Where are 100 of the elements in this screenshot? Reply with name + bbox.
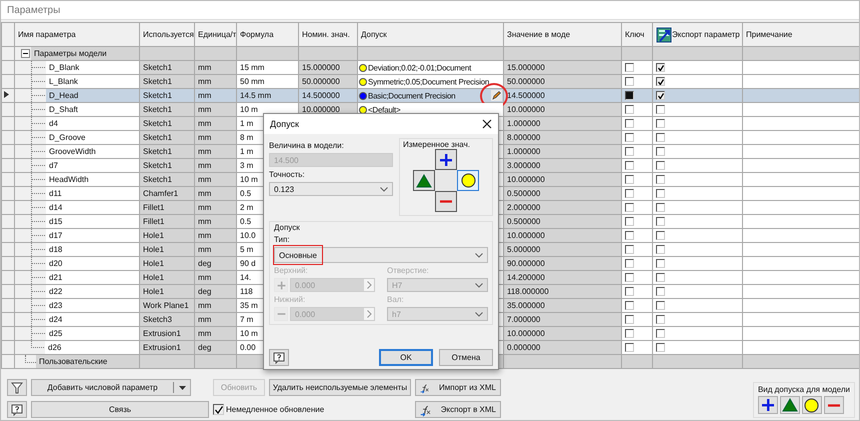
column-header[interactable]: Номин. знач. — [298, 22, 358, 46]
table-cell: 0.000000 — [504, 340, 622, 354]
minus-tolerance-button[interactable] — [435, 191, 457, 212]
table-cell: Extrusion1 — [140, 326, 194, 340]
checkbox[interactable] — [656, 161, 665, 170]
table-cell: d17 — [46, 230, 138, 242]
checkbox[interactable] — [625, 203, 634, 212]
import-xml-button[interactable]: Импорт из XML — [415, 379, 501, 396]
table-cell: 8.000000 — [504, 130, 622, 144]
table-cell: Symmetric;0.05;Document Precision — [368, 77, 490, 86]
current-row-icon — [4, 91, 9, 98]
checkbox[interactable] — [656, 329, 665, 338]
checkbox[interactable] — [625, 119, 634, 128]
checkbox[interactable] — [656, 315, 665, 324]
group-label[interactable]: Пользовательские — [36, 356, 138, 368]
table-cell: 15.000000 — [504, 60, 622, 74]
column-header[interactable]: Допуск — [358, 22, 504, 46]
table-cell: mm — [194, 130, 236, 144]
column-header[interactable]: Формула — [236, 22, 298, 46]
checkbox[interactable] — [656, 301, 665, 310]
checkbox[interactable] — [656, 245, 665, 254]
export-xml-button[interactable]: Экспорт в XML — [415, 401, 501, 418]
column-header[interactable]: Ключ — [622, 22, 652, 46]
checkbox[interactable] — [625, 315, 634, 324]
checkbox[interactable] — [656, 77, 665, 86]
checkbox[interactable] — [625, 147, 634, 156]
delete-unused-button[interactable]: Удалить неиспользуемые элементы — [269, 379, 411, 396]
checkbox[interactable] — [625, 329, 634, 338]
circle-tolerance-button[interactable] — [457, 170, 479, 191]
dropdown-caret-icon[interactable] — [178, 386, 186, 390]
checkbox[interactable] — [656, 189, 665, 198]
checkbox[interactable] — [656, 287, 665, 296]
column-header[interactable]: Примечание — [742, 22, 859, 46]
link-button[interactable]: Связь — [31, 401, 209, 418]
edit-button[interactable] — [491, 90, 502, 101]
chevron-down-icon[interactable] — [475, 252, 483, 258]
checkbox[interactable] — [625, 77, 634, 86]
checkbox[interactable] — [656, 203, 665, 212]
checkbox-label[interactable]: Немедленное обновление — [226, 405, 324, 414]
table-cell: 35.000000 — [504, 298, 622, 312]
table-cell — [194, 354, 236, 368]
checkbox[interactable] — [625, 175, 634, 184]
table-cell: L_Blank — [46, 76, 138, 88]
dialog-button[interactable]: Отмена — [439, 349, 493, 366]
help-button[interactable] — [7, 401, 27, 418]
table-cell: Sketch1 — [140, 102, 194, 116]
checkbox[interactable] — [625, 231, 634, 240]
table-cell: 15 mm — [236, 60, 298, 74]
export-table-icon — [656, 26, 672, 42]
table-cell: mm — [194, 88, 236, 102]
table-cell: 5.000000 — [504, 242, 622, 256]
checkbox[interactable] — [656, 259, 665, 268]
checkbox[interactable] — [656, 273, 665, 282]
minus-tolerance-button[interactable] — [824, 396, 844, 414]
chevron-down-icon[interactable] — [380, 186, 388, 192]
plus-tolerance-button[interactable] — [758, 396, 778, 414]
checkbox[interactable] — [213, 404, 224, 415]
checkbox[interactable] — [625, 287, 634, 296]
filter-button[interactable] — [7, 379, 27, 396]
triangle-tolerance-button[interactable] — [413, 170, 435, 191]
checkbox[interactable] — [656, 133, 665, 142]
checkbox[interactable] — [625, 133, 634, 142]
checkbox[interactable] — [625, 91, 634, 100]
checkbox[interactable] — [625, 63, 634, 72]
table-cell — [236, 46, 298, 60]
table-cell: 10.000000 — [504, 172, 622, 186]
table-cell: 50.000000 — [504, 74, 622, 88]
triangle-tolerance-button[interactable] — [780, 396, 800, 414]
column-header[interactable]: Значение в моде — [504, 22, 622, 46]
column-header[interactable]: Имя параметра — [14, 22, 140, 46]
checkbox[interactable] — [656, 105, 665, 114]
checkbox[interactable] — [656, 343, 665, 352]
help-button[interactable] — [269, 349, 289, 366]
checkbox[interactable] — [625, 273, 634, 282]
group-label[interactable]: Параметры модели — [31, 48, 138, 60]
circle-tolerance-button[interactable] — [802, 396, 822, 414]
close-icon[interactable] — [482, 119, 492, 129]
checkbox[interactable] — [656, 217, 665, 226]
field-label: Вал: — [387, 295, 405, 304]
plus-tolerance-button[interactable] — [435, 149, 457, 170]
checkbox[interactable] — [625, 343, 634, 352]
dialog-button[interactable]: OK — [379, 349, 433, 366]
checkbox[interactable] — [625, 189, 634, 198]
column-header[interactable]: Используется — [140, 22, 194, 46]
checkbox[interactable] — [656, 147, 665, 156]
checkbox[interactable] — [625, 301, 634, 310]
dropdown[interactable]: Основные — [274, 247, 488, 263]
checkbox[interactable] — [625, 245, 634, 254]
checkbox[interactable] — [656, 91, 665, 100]
checkbox[interactable] — [656, 175, 665, 184]
checkbox[interactable] — [656, 119, 665, 128]
checkbox[interactable] — [656, 231, 665, 240]
checkbox[interactable] — [656, 63, 665, 72]
checkbox[interactable] — [625, 259, 634, 268]
checkbox[interactable] — [625, 105, 634, 114]
collapse-icon[interactable] — [21, 49, 30, 58]
add-parameter-button[interactable]: Добавить числовой параметр — [31, 379, 191, 396]
checkbox[interactable] — [625, 217, 634, 226]
dropdown[interactable]: 0.123 — [269, 182, 393, 196]
checkbox[interactable] — [625, 161, 634, 170]
